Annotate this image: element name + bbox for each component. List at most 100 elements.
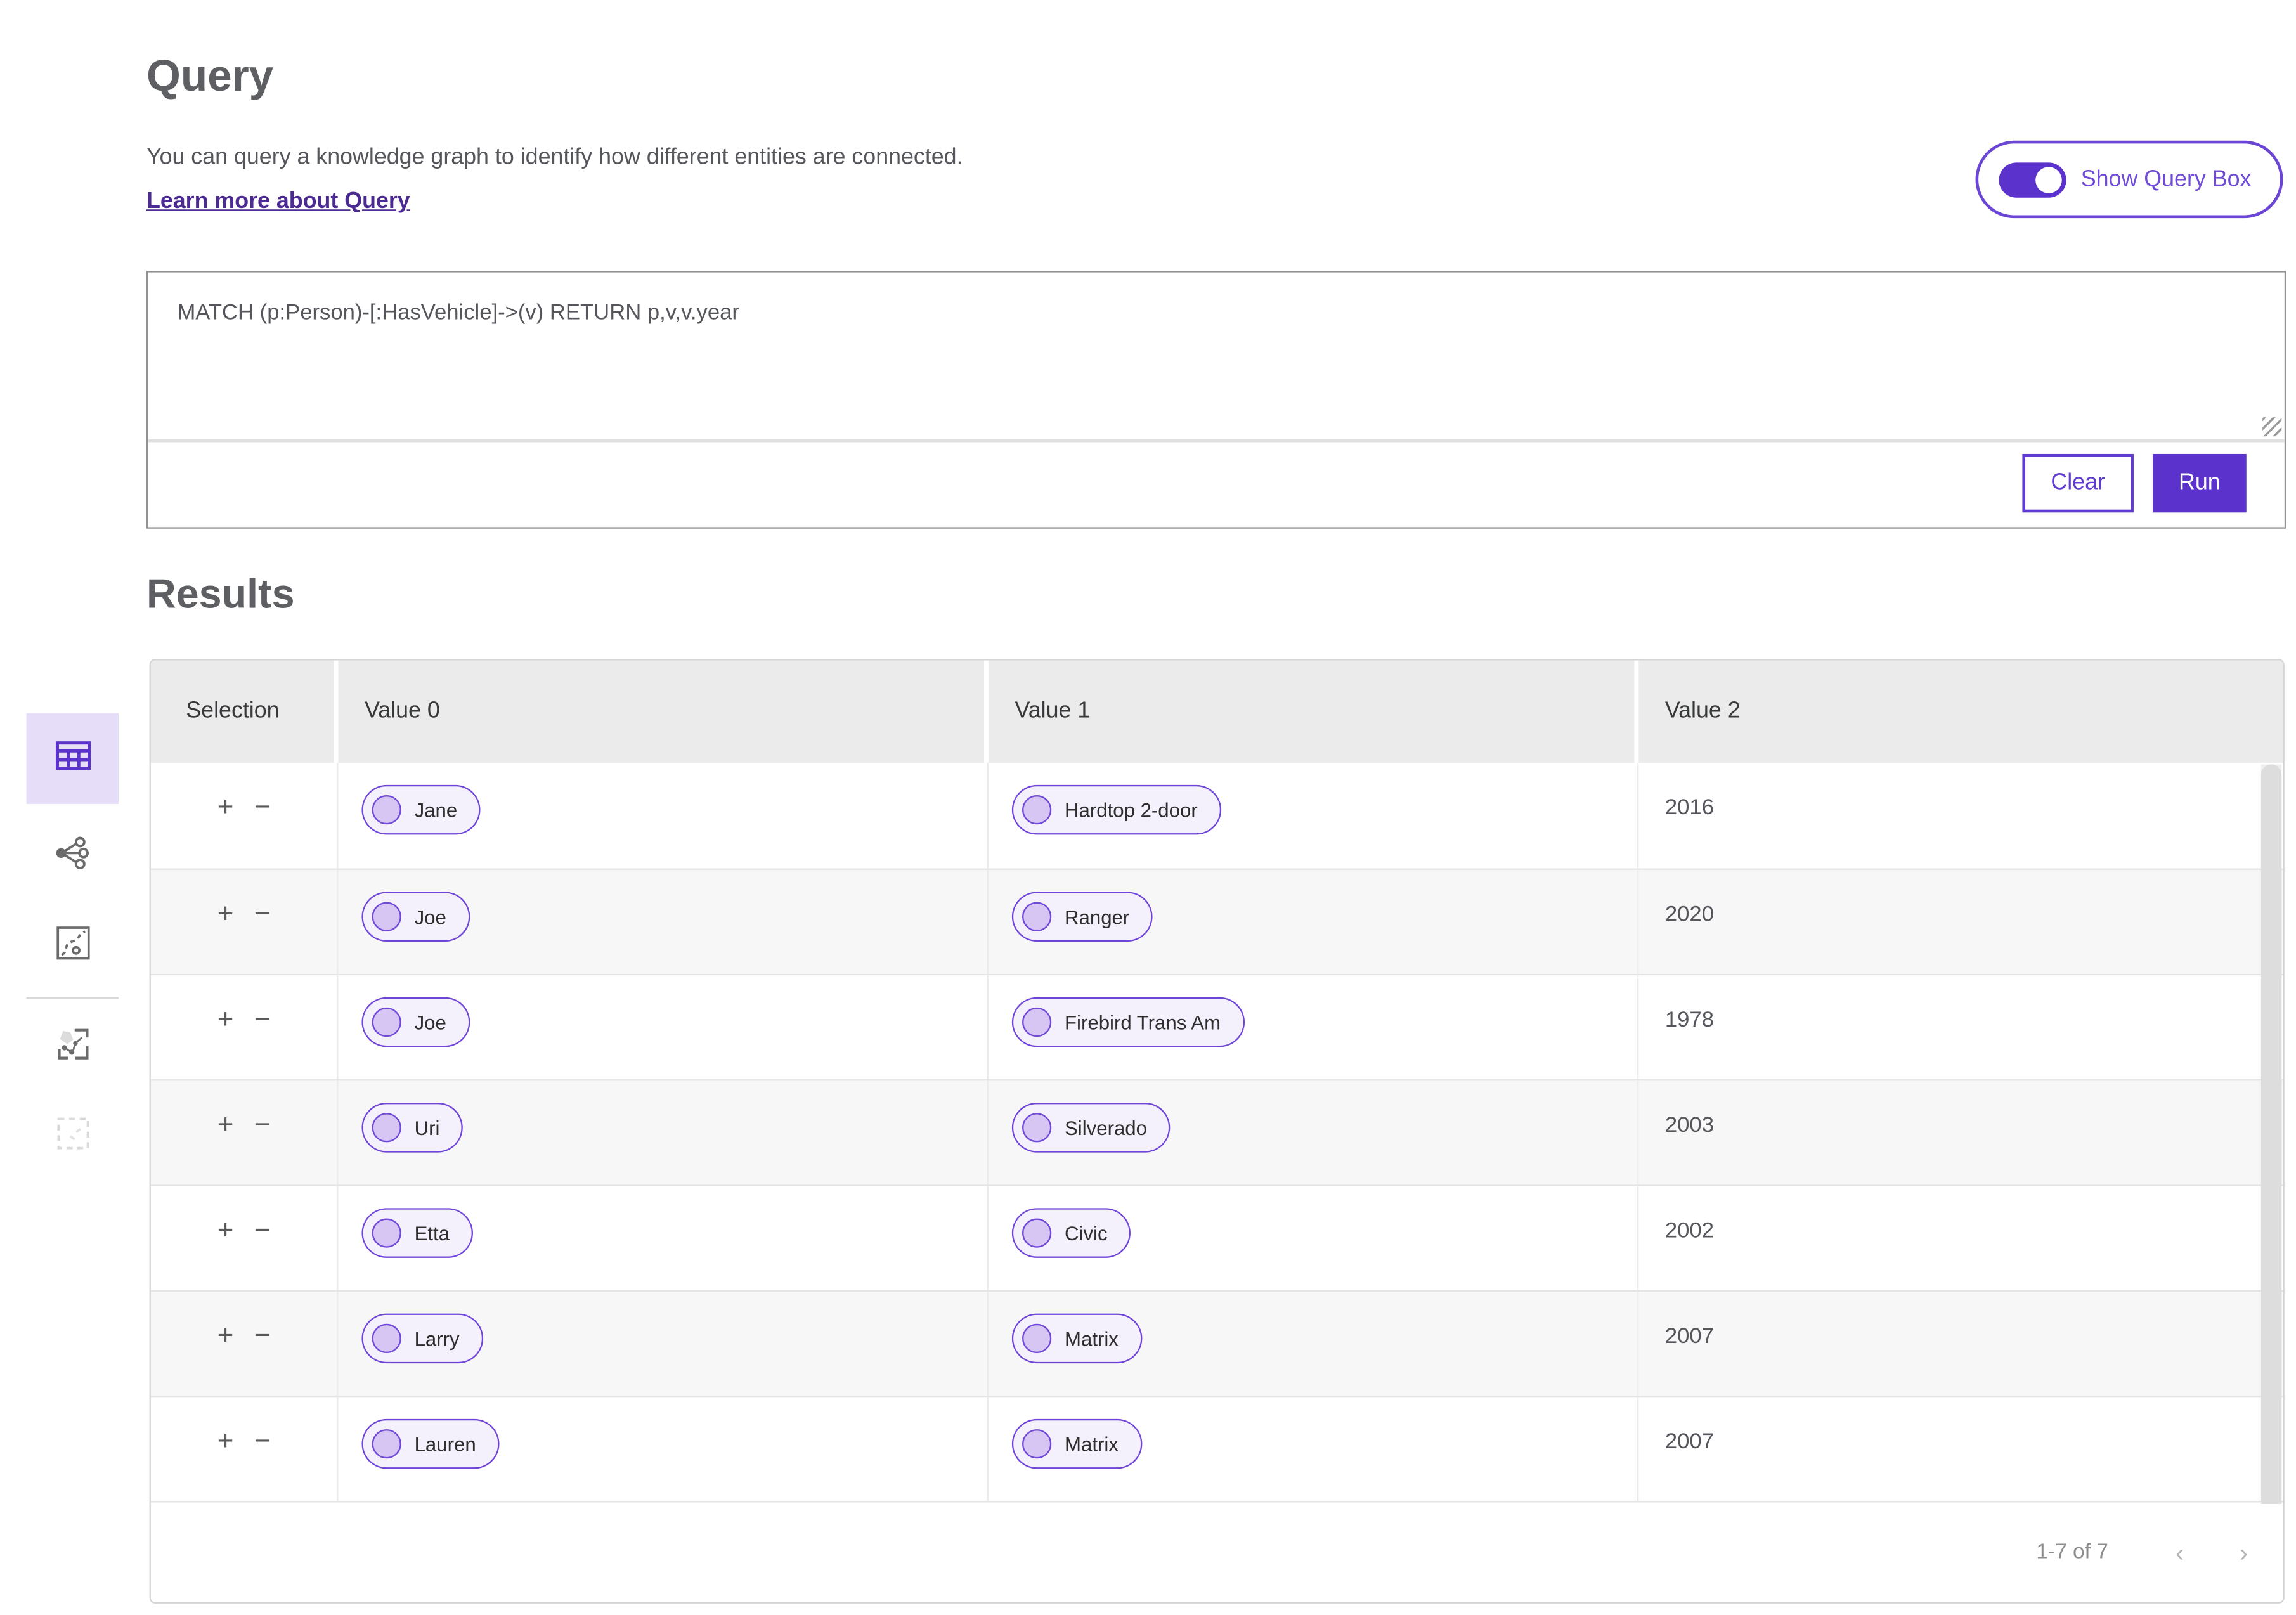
- node-circle-icon: [372, 902, 401, 931]
- entity-pill-value1[interactable]: Firebird Trans Am: [1011, 997, 1244, 1047]
- tab-selection-tool: [27, 1099, 119, 1172]
- tab-table-view[interactable]: [26, 713, 119, 804]
- year-value: 2016: [1664, 795, 1714, 820]
- value1-cell: Civic: [989, 1186, 1639, 1290]
- node-circle-icon: [372, 1429, 401, 1459]
- node-circle-icon: [372, 1007, 401, 1037]
- remove-selection-button[interactable]: −: [254, 900, 271, 928]
- entity-label: Lauren: [414, 1432, 476, 1455]
- remove-selection-button[interactable]: −: [254, 1322, 271, 1350]
- node-circle-icon: [372, 1218, 401, 1248]
- entity-pill-value0[interactable]: Larry: [361, 1313, 483, 1364]
- query-input[interactable]: MATCH (p:Person)-[:HasVehicle]->(v) RETU…: [148, 272, 2285, 439]
- next-page-icon[interactable]: ›: [2240, 1540, 2248, 1564]
- clear-button[interactable]: Clear: [2022, 453, 2134, 513]
- learn-more-link[interactable]: Learn more about Query: [146, 189, 410, 216]
- selection-cell: + −: [151, 763, 339, 869]
- entity-pill-value0[interactable]: Etta: [361, 1208, 474, 1258]
- entity-label: Silverado: [1065, 1116, 1147, 1139]
- add-selection-button[interactable]: +: [217, 1428, 234, 1456]
- entity-label: Joe: [414, 905, 446, 928]
- value0-cell: Etta: [338, 1186, 989, 1290]
- year-value: 2020: [1664, 902, 1714, 927]
- add-selection-button[interactable]: +: [217, 900, 234, 928]
- entity-label: Hardtop 2-door: [1065, 798, 1198, 821]
- entity-label: Joe: [414, 1011, 446, 1034]
- selection-cell: + −: [151, 975, 339, 1080]
- year-value: 1978: [1664, 1007, 1714, 1033]
- value1-cell: Firebird Trans Am: [989, 975, 1639, 1080]
- value1-cell: Ranger: [989, 869, 1639, 974]
- rail-divider: [26, 997, 119, 999]
- node-circle-icon: [1022, 1007, 1052, 1037]
- value2-cell: 1978: [1638, 975, 2283, 1079]
- remove-selection-button[interactable]: −: [254, 1428, 271, 1456]
- entity-pill-value0[interactable]: Uri: [361, 1103, 464, 1153]
- table-row: + − Larry Matrix 2007: [150, 1290, 2283, 1396]
- remove-selection-button[interactable]: −: [254, 794, 271, 822]
- node-circle-icon: [372, 795, 401, 825]
- resize-handle[interactable]: [2262, 417, 2282, 437]
- value0-cell: Uri: [338, 1080, 989, 1185]
- value0-cell: Larry: [338, 1291, 989, 1396]
- entity-pill-value0[interactable]: Joe: [361, 997, 470, 1047]
- entity-label: Jane: [414, 798, 458, 821]
- table-scrollbar[interactable]: [2260, 764, 2282, 1504]
- value2-cell: 2007: [1638, 1397, 2283, 1501]
- column-header-value1: Value 1: [989, 660, 1639, 763]
- pagination-range-label: 1-7 of 7: [2036, 1540, 2108, 1564]
- node-circle-icon: [1022, 1429, 1052, 1459]
- year-value: 2007: [1664, 1323, 1714, 1349]
- value0-cell: Joe: [338, 975, 989, 1080]
- entity-label: Firebird Trans Am: [1065, 1011, 1221, 1034]
- previous-page-icon[interactable]: ‹: [2176, 1540, 2184, 1564]
- remove-selection-button[interactable]: −: [254, 1217, 271, 1245]
- add-selection-button[interactable]: +: [217, 1112, 234, 1139]
- entity-label: Uri: [414, 1116, 440, 1139]
- column-header-selection: Selection: [151, 660, 339, 763]
- query-page: Query You can query a knowledge graph to…: [0, 0, 2296, 1615]
- add-selection-button[interactable]: +: [217, 794, 234, 822]
- graph-view-icon: [54, 834, 91, 878]
- tab-graph-view[interactable]: [27, 820, 119, 893]
- entity-pill-value1[interactable]: Ranger: [1011, 892, 1153, 942]
- entity-pill-value0[interactable]: Lauren: [361, 1418, 500, 1469]
- entity-pill-value1[interactable]: Civic: [1011, 1208, 1131, 1258]
- add-selection-button[interactable]: +: [217, 1217, 234, 1245]
- run-button[interactable]: Run: [2152, 453, 2247, 513]
- results-table: Selection Value 0 Value 1 Value 2 + − Ja…: [149, 659, 2285, 1604]
- entity-pill-value1[interactable]: Matrix: [1011, 1418, 1142, 1469]
- show-query-box-toggle[interactable]: Show Query Box: [1975, 140, 2283, 219]
- value1-cell: Matrix: [989, 1397, 1639, 1501]
- entity-label: Ranger: [1065, 905, 1130, 928]
- page-description: You can query a knowledge graph to ident…: [146, 145, 963, 170]
- node-circle-icon: [1022, 902, 1052, 931]
- entity-pill-value1[interactable]: Silverado: [1011, 1103, 1171, 1153]
- node-circle-icon: [372, 1113, 401, 1143]
- entity-pill-value0[interactable]: Joe: [361, 892, 470, 942]
- entity-pill-value1[interactable]: Matrix: [1011, 1313, 1142, 1364]
- toggle-switch-icon[interactable]: [1999, 162, 2066, 197]
- tab-graph-selection-view[interactable]: [27, 1011, 119, 1084]
- query-editor-area: MATCH (p:Person)-[:HasVehicle]->(v) RETU…: [148, 272, 2285, 443]
- table-row: + − Uri Silverado 2003: [150, 1079, 2283, 1185]
- entity-pill-value0[interactable]: Jane: [361, 784, 481, 835]
- node-circle-icon: [1022, 1218, 1052, 1248]
- entity-pill-value1[interactable]: Hardtop 2-door: [1011, 784, 1221, 835]
- value1-cell: Silverado: [989, 1080, 1639, 1185]
- add-selection-button[interactable]: +: [217, 1006, 234, 1034]
- selection-cell: + −: [151, 1291, 339, 1396]
- selection-cell: + −: [151, 1080, 339, 1185]
- add-selection-button[interactable]: +: [217, 1322, 234, 1350]
- table-row: + − Lauren Matrix 2007: [150, 1395, 2283, 1501]
- value2-cell: 2016: [1638, 763, 2283, 868]
- tab-map-view[interactable]: [27, 909, 119, 982]
- value0-cell: Joe: [338, 869, 989, 974]
- remove-selection-button[interactable]: −: [254, 1112, 271, 1139]
- remove-selection-button[interactable]: −: [254, 1006, 271, 1034]
- map-view-icon: [55, 924, 90, 967]
- table-row: + − Jane Hardtop 2-door 2016: [150, 763, 2283, 869]
- value2-cell: 2002: [1638, 1186, 2283, 1290]
- entity-label: Matrix: [1065, 1327, 1119, 1350]
- scrollbar-thumb[interactable]: [2260, 764, 2282, 1504]
